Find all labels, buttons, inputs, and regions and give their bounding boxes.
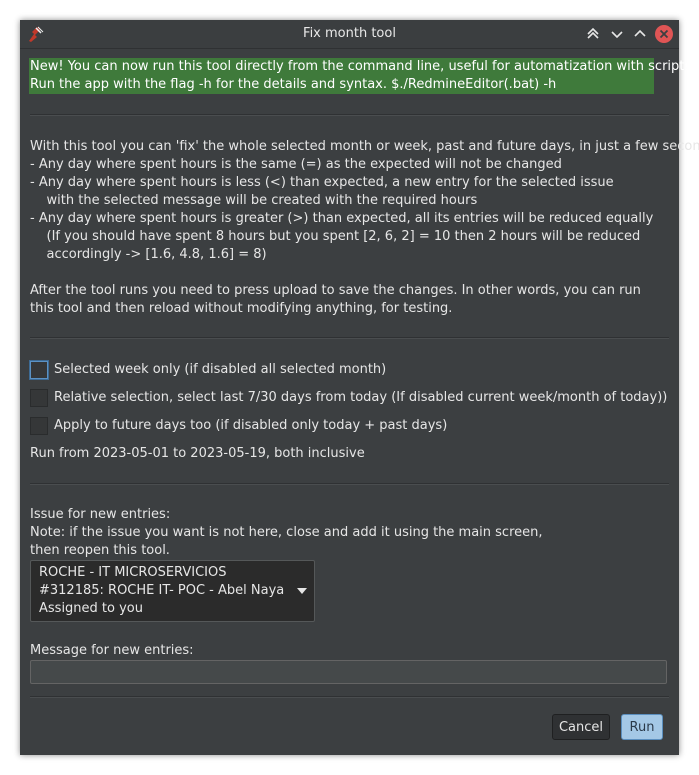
- notice-line-1: New! You can now run this tool directly …: [30, 59, 696, 74]
- issue-title: #312185: ROCHE IT- POC - Abel Naya: [39, 583, 285, 598]
- date-range-text: Run from 2023-05-01 to 2023-05-19, both …: [30, 446, 365, 461]
- close-icon[interactable]: [654, 24, 674, 44]
- description-line: - Any day where spent hours is greater (…: [30, 211, 654, 226]
- issue-select[interactable]: ROCHE - IT MICROSERVICIOS #312185: ROCHE…: [30, 560, 315, 622]
- maximize-icon[interactable]: [631, 25, 649, 43]
- separator: [30, 337, 669, 339]
- relative-selection-label[interactable]: Relative selection, select last 7/30 day…: [54, 390, 667, 405]
- chevron-down-icon[interactable]: [297, 588, 307, 594]
- message-input[interactable]: [30, 660, 667, 684]
- description-line: - Any day where spent hours is less (<) …: [30, 175, 614, 190]
- week-only-checkbox[interactable]: [30, 361, 48, 379]
- issue-note: then reopen this tool.: [30, 543, 170, 558]
- description-line: accordingly -> [1.6, 4.8, 1.6] = 8): [30, 247, 267, 262]
- description-line: this tool and then reload without modify…: [30, 301, 453, 316]
- description-line: (If you should have spent 8 hours but yo…: [30, 229, 641, 244]
- separator: [30, 114, 669, 116]
- message-label: Message for new entries:: [30, 643, 194, 658]
- description-line: With this tool you can 'fix' the whole s…: [30, 139, 699, 154]
- relative-selection-checkbox[interactable]: [30, 389, 48, 407]
- notice-line-2: Run the app with the flag -h for the det…: [30, 77, 557, 92]
- description-line: with the selected message will be create…: [30, 193, 478, 208]
- issue-project: ROCHE - IT MICROSERVICIOS: [39, 565, 227, 580]
- minimize-icon[interactable]: [608, 25, 626, 43]
- future-days-label[interactable]: Apply to future days too (if disabled on…: [54, 418, 447, 433]
- description-line: - Any day where spent hours is the same …: [30, 157, 562, 172]
- separator: [30, 696, 669, 698]
- run-button[interactable]: Run: [621, 714, 663, 740]
- issue-label: Issue for new entries:: [30, 507, 171, 522]
- week-only-label[interactable]: Selected week only (if disabled all sele…: [54, 362, 386, 377]
- new-feature-notice: New! You can now run this tool directly …: [29, 58, 695, 94]
- keep-above-icon[interactable]: [584, 25, 602, 43]
- cancel-button[interactable]: Cancel: [552, 714, 610, 740]
- future-days-checkbox[interactable]: [30, 417, 48, 435]
- issue-assignment: Assigned to you: [39, 601, 143, 616]
- issue-note: Note: if the issue you want is not here,…: [30, 525, 543, 540]
- description-line: After the tool runs you need to press up…: [30, 283, 641, 298]
- window-title: Fix month tool: [303, 26, 396, 41]
- fix-month-dialog: Fix month tool New! You can now run this…: [20, 20, 699, 755]
- separator: [30, 483, 669, 485]
- title-bar[interactable]: Fix month tool: [20, 20, 679, 49]
